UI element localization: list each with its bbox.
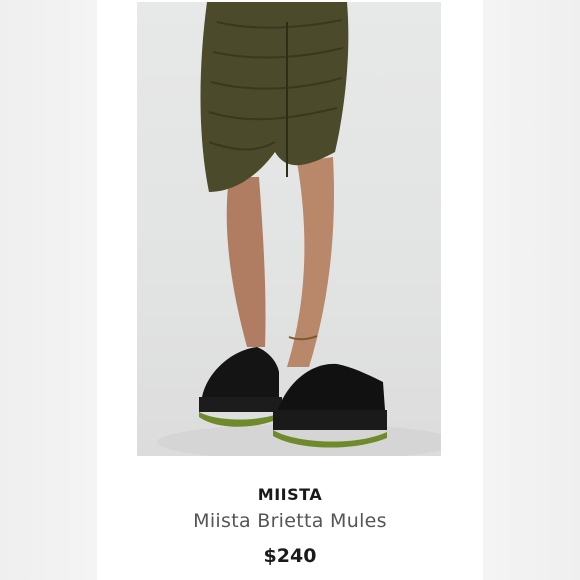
background-left bbox=[0, 0, 97, 580]
background-right bbox=[483, 0, 580, 580]
right-shoe bbox=[277, 363, 385, 412]
product-photo[interactable] bbox=[137, 2, 441, 456]
left-leg bbox=[226, 177, 266, 347]
left-sole-accent bbox=[199, 412, 282, 427]
right-leg bbox=[287, 157, 334, 367]
brand-label: MIISTA bbox=[257, 485, 323, 504]
left-shoe bbox=[202, 347, 279, 397]
product-title[interactable]: Miista Brietta Mules bbox=[97, 510, 483, 532]
product-card[interactable]: MIISTA Miista Brietta Mules $240 bbox=[97, 0, 483, 580]
product-illustration bbox=[157, 2, 441, 456]
price-label: $240 bbox=[263, 545, 317, 567]
